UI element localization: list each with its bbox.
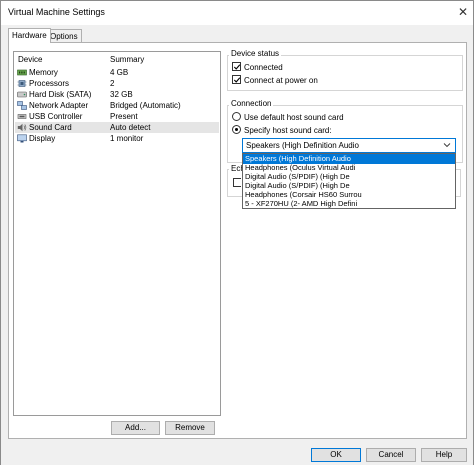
device-summary: Bridged (Automatic) <box>110 101 181 110</box>
connected-label: Connected <box>244 63 283 72</box>
device-summary: 2 <box>110 79 115 88</box>
window-title: Virtual Machine Settings <box>8 7 105 17</box>
add-device-button[interactable]: Add... <box>111 421 160 435</box>
chevron-down-icon <box>443 143 451 148</box>
device-row-network-adapter[interactable]: Network Adapter Bridged (Automatic) <box>15 100 219 111</box>
tab-hardware[interactable]: Hardware <box>8 28 51 43</box>
sound-card-icon <box>17 123 27 132</box>
use-default-sound-card-radio[interactable] <box>232 112 241 121</box>
connect-at-power-on-label: Connect at power on <box>244 76 318 85</box>
title-bar: Virtual Machine Settings ✕ <box>1 1 473 25</box>
remove-device-button[interactable]: Remove <box>165 421 215 435</box>
column-header-summary[interactable]: Summary <box>110 55 144 64</box>
device-summary: 1 monitor <box>110 134 144 143</box>
device-row-usb-controller[interactable]: USB Controller Present <box>15 111 219 122</box>
connect-at-power-on-checkbox[interactable] <box>232 75 241 84</box>
device-name: USB Controller <box>29 112 83 121</box>
device-row-display[interactable]: Display 1 monitor <box>15 133 219 144</box>
processor-icon <box>17 80 27 87</box>
column-header-device[interactable]: Device <box>18 55 42 64</box>
memory-icon <box>17 69 27 76</box>
connection-title: Connection <box>229 99 274 108</box>
device-row-sound-card[interactable]: Sound Card Auto detect <box>15 122 219 133</box>
device-status-title: Device status <box>229 49 282 58</box>
cancel-button[interactable]: Cancel <box>366 448 416 462</box>
device-summary: 4 GB <box>110 68 129 77</box>
device-list[interactable]: Device Summary Memory 4 GB Processors 2 … <box>13 51 221 416</box>
device-summary: 32 GB <box>110 90 133 99</box>
host-sound-card-selected-value: Speakers (High Definition Audio <box>246 141 359 150</box>
host-sound-card-dropdown[interactable]: Speakers (High Definition Audio Headphon… <box>242 153 456 209</box>
close-icon[interactable]: ✕ <box>456 5 470 19</box>
device-row-hard-disk[interactable]: Hard Disk (SATA) 32 GB <box>15 89 219 100</box>
use-default-sound-card-label: Use default host sound card <box>244 113 344 122</box>
echo-cancellation-checkbox[interactable] <box>233 178 241 187</box>
device-row-processors[interactable]: Processors 2 <box>15 78 219 89</box>
device-status-group <box>227 55 463 91</box>
settings-window: Virtual Machine Settings ✕ Hardware Opti… <box>0 0 474 465</box>
device-name: Processors <box>29 79 70 88</box>
dropdown-option[interactable]: 5 - XF270HU (2- AMD High Defini <box>243 199 455 209</box>
device-name: Memory <box>29 68 58 77</box>
device-name: Display <box>29 134 56 143</box>
device-summary: Auto detect <box>110 123 151 132</box>
display-icon <box>17 134 27 143</box>
specify-sound-card-radio[interactable] <box>232 125 241 134</box>
device-row-memory[interactable]: Memory 4 GB <box>15 67 219 78</box>
host-sound-card-select[interactable]: Speakers (High Definition Audio <box>242 138 456 153</box>
ok-button[interactable]: OK <box>311 448 361 462</box>
connected-checkbox[interactable] <box>232 62 241 71</box>
specify-sound-card-label: Specify host sound card: <box>244 126 332 135</box>
device-name: Network Adapter <box>29 101 89 110</box>
device-name: Sound Card <box>29 123 72 132</box>
device-name: Hard Disk (SATA) <box>29 90 92 99</box>
device-summary: Present <box>110 112 138 121</box>
usb-controller-icon <box>17 114 27 119</box>
hard-disk-icon <box>17 91 27 98</box>
network-adapter-icon <box>17 101 27 110</box>
tab-options[interactable]: Options <box>46 29 82 43</box>
help-button[interactable]: Help <box>421 448 467 462</box>
